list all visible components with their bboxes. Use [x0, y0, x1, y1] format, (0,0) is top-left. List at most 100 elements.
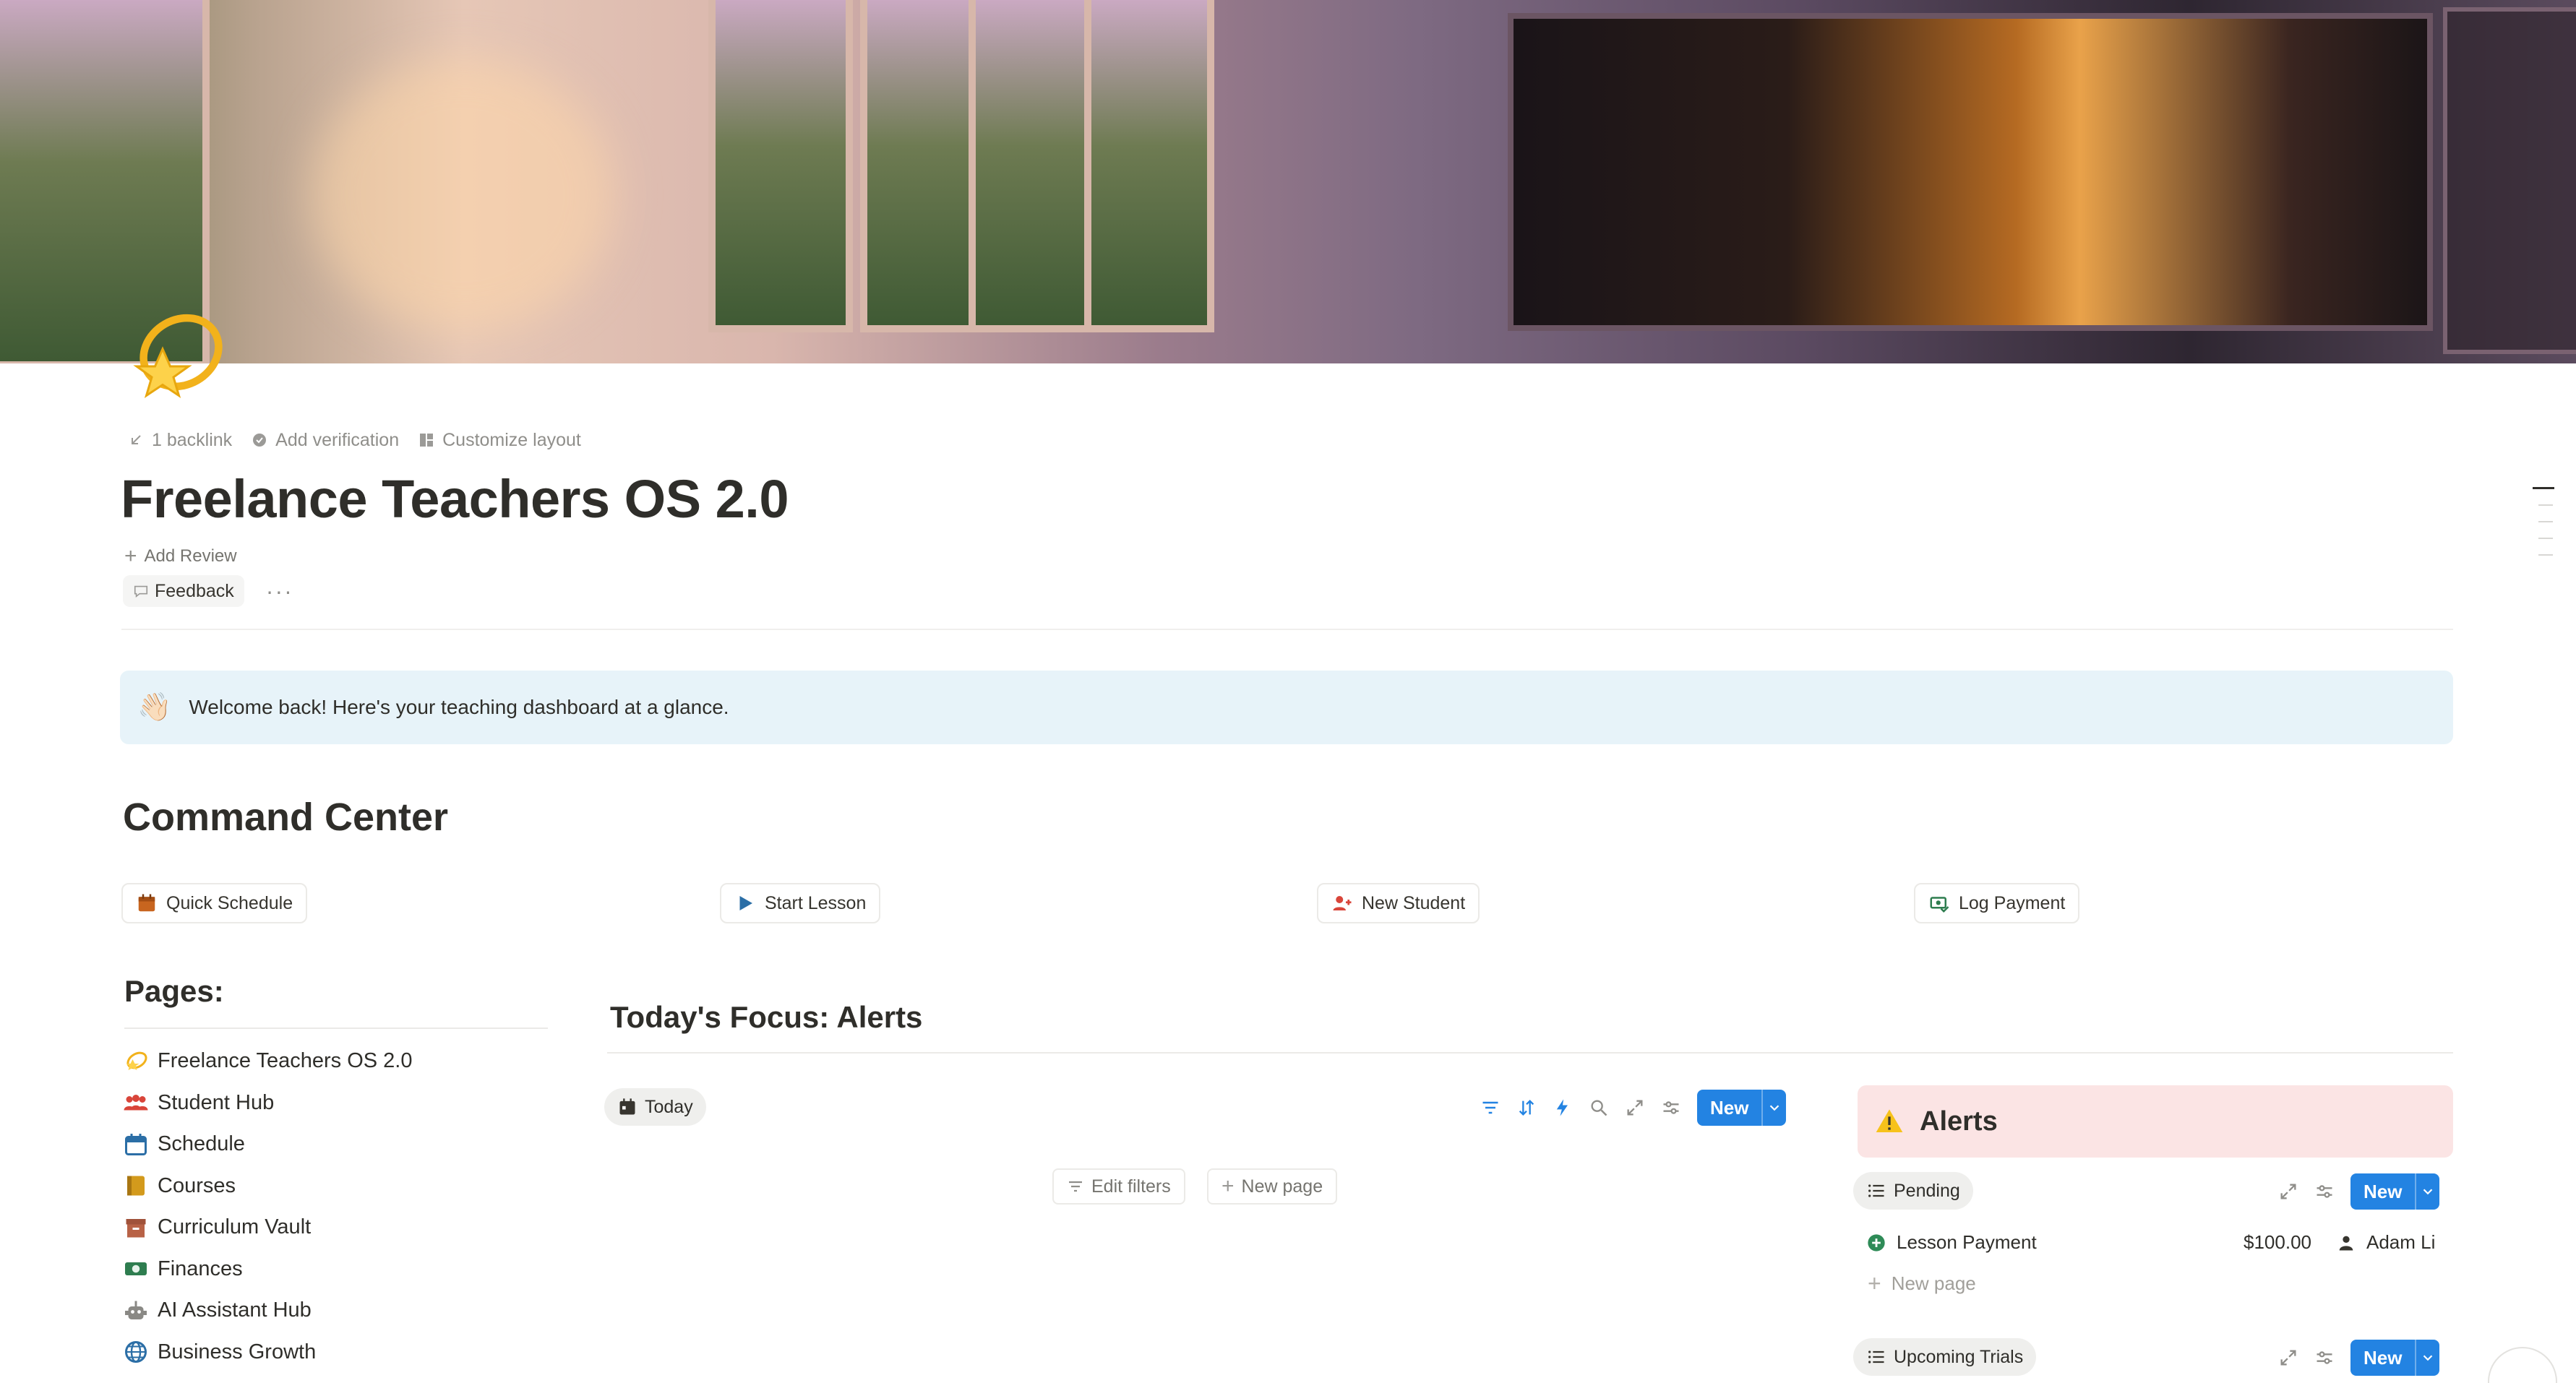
- outline-item[interactable]: [2538, 554, 2553, 556]
- backlink-button[interactable]: 1 backlink: [127, 430, 232, 451]
- settings-sliders-icon[interactable]: [2314, 1348, 2335, 1368]
- add-person-icon: [1333, 896, 1352, 910]
- cash-icon: [125, 1262, 147, 1276]
- settings-sliders-icon[interactable]: [1661, 1098, 1681, 1118]
- page-link-schedule[interactable]: Schedule: [123, 1124, 549, 1166]
- new-button[interactable]: New: [1697, 1090, 1787, 1126]
- outline-item[interactable]: [2538, 538, 2553, 539]
- page-link-finances[interactable]: Finances: [123, 1249, 549, 1291]
- page-link-freelance-teachers-os[interactable]: Freelance Teachers OS 2.0: [123, 1041, 549, 1082]
- plus-icon: +: [1868, 1270, 1881, 1296]
- alerts-heading: Alerts: [1920, 1106, 1998, 1137]
- page-meta-row: 1 backlink Add verification Customize la…: [127, 428, 581, 452]
- view-tab-pending[interactable]: Pending: [1853, 1172, 1973, 1210]
- view-tab-label: Upcoming Trials: [1894, 1346, 2024, 1367]
- warning-icon: [1876, 1109, 1903, 1132]
- page-link-curriculum-vault[interactable]: Curriculum Vault: [123, 1207, 549, 1249]
- add-review-label: Add Review: [144, 546, 237, 566]
- outline-item[interactable]: [2538, 521, 2553, 522]
- page-link-label: Business Growth: [158, 1340, 317, 1363]
- edit-filters-label: Edit filters: [1091, 1176, 1171, 1197]
- page-link-label: Curriculum Vault: [158, 1215, 312, 1239]
- person-name: Adam Li: [2366, 1231, 2436, 1253]
- todays-focus-heading: Today's Focus: Alerts: [610, 1000, 923, 1034]
- page-link-business-growth[interactable]: Business Growth: [123, 1332, 549, 1374]
- new-button-label: New: [1710, 1096, 1749, 1119]
- customize-label: Customize layout: [442, 429, 581, 450]
- calendar-icon: [619, 1098, 635, 1115]
- view-tab-upcoming-trials[interactable]: Upcoming Trials: [1853, 1338, 2037, 1376]
- list-icon: [1868, 1184, 1884, 1197]
- cover-glow: [311, 58, 614, 332]
- book-icon: [127, 1176, 145, 1196]
- add-review-button[interactable]: + Add Review: [124, 546, 237, 567]
- log-payment-button[interactable]: Log Payment: [1914, 883, 2080, 923]
- welcome-text: Welcome back! Here's your teaching dashb…: [189, 696, 729, 718]
- start-lesson-button[interactable]: Start Lesson: [720, 883, 881, 923]
- search-icon[interactable]: [1589, 1098, 1609, 1118]
- row-title: Lesson Payment: [1897, 1231, 2037, 1253]
- new-page-label: New page: [1241, 1176, 1323, 1197]
- chevron-down-icon[interactable]: [2415, 1340, 2439, 1376]
- start-lesson-label: Start Lesson: [765, 892, 867, 913]
- backlink-label: 1 backlink: [152, 429, 233, 450]
- expand-icon[interactable]: [1625, 1098, 1645, 1118]
- expand-icon[interactable]: [2278, 1181, 2298, 1202]
- customize-layout-button[interactable]: Customize layout: [418, 430, 581, 451]
- page-title[interactable]: Freelance Teachers OS 2.0: [121, 468, 789, 530]
- divider: [607, 1052, 2453, 1054]
- page-link-label: Schedule: [158, 1132, 245, 1156]
- dizzy-star-icon: [126, 1051, 147, 1070]
- feedback-button[interactable]: Feedback: [123, 575, 244, 607]
- amount-value: $100.00: [2244, 1231, 2311, 1253]
- play-icon: [739, 896, 752, 910]
- calendar-icon: [138, 894, 155, 912]
- new-page-button[interactable]: + New page: [1207, 1168, 1338, 1205]
- alerts-callout: Alerts: [1858, 1085, 2453, 1158]
- trials-new-button[interactable]: New: [2350, 1340, 2440, 1376]
- automation-bolt-icon[interactable]: [1553, 1098, 1573, 1118]
- page-link-label: Freelance Teachers OS 2.0: [158, 1049, 413, 1073]
- edit-filters-button[interactable]: Edit filters: [1052, 1168, 1185, 1205]
- robot-icon: [125, 1301, 147, 1319]
- more-options-icon[interactable]: ···: [266, 578, 293, 605]
- sort-icon[interactable]: [1516, 1098, 1537, 1118]
- list-item[interactable]: Lesson Payment: [1866, 1231, 2037, 1254]
- pages-heading: Pages:: [124, 974, 224, 1008]
- page-link-student-hub[interactable]: Student Hub: [123, 1082, 549, 1124]
- verification-label: Add verification: [275, 429, 400, 450]
- speech-bubble-icon: [134, 585, 148, 598]
- people-icon: [124, 1095, 148, 1111]
- settings-sliders-icon[interactable]: [2314, 1181, 2335, 1202]
- page-link-ai-assistant-hub[interactable]: AI Assistant Hub: [123, 1290, 549, 1332]
- page-link-courses[interactable]: Courses: [123, 1166, 549, 1207]
- divider: [121, 629, 2453, 630]
- help-button[interactable]: [2488, 1347, 2557, 1383]
- database-toolbar: New: [1480, 1090, 1787, 1126]
- outline-item[interactable]: [2538, 504, 2553, 506]
- dizzy-star-icon[interactable]: [121, 303, 230, 412]
- page-link-label: Courses: [158, 1173, 236, 1197]
- view-tab-today[interactable]: Today: [604, 1088, 706, 1126]
- cover-image[interactable]: [0, 0, 2576, 363]
- outline-item[interactable]: [2533, 487, 2554, 489]
- cover-window-mid3: [969, 0, 1091, 332]
- feedback-label: Feedback: [155, 580, 234, 601]
- view-tab-label: Pending: [1894, 1180, 1960, 1201]
- row-person[interactable]: Adam Li: [2336, 1231, 2435, 1254]
- alerts-new-page[interactable]: + New page: [1868, 1270, 1976, 1297]
- divider: [124, 1027, 548, 1029]
- add-verification-button[interactable]: Add verification: [251, 430, 399, 451]
- page-link-label: AI Assistant Hub: [158, 1298, 312, 1322]
- alerts-new-button[interactable]: New: [2350, 1173, 2440, 1210]
- chevron-down-icon[interactable]: [1761, 1090, 1786, 1126]
- quick-schedule-button[interactable]: Quick Schedule: [121, 883, 308, 923]
- chevron-down-icon[interactable]: [2415, 1173, 2439, 1210]
- filter-icon[interactable]: [1480, 1098, 1500, 1118]
- new-student-button[interactable]: New Student: [1317, 883, 1480, 923]
- page-outline[interactable]: [2533, 487, 2554, 571]
- welcome-callout: 👋🏻 Welcome back! Here's your teaching da…: [120, 671, 2453, 744]
- plus-icon: +: [1222, 1174, 1235, 1198]
- trials-toolbar: New: [2278, 1340, 2440, 1376]
- expand-icon[interactable]: [2278, 1348, 2298, 1368]
